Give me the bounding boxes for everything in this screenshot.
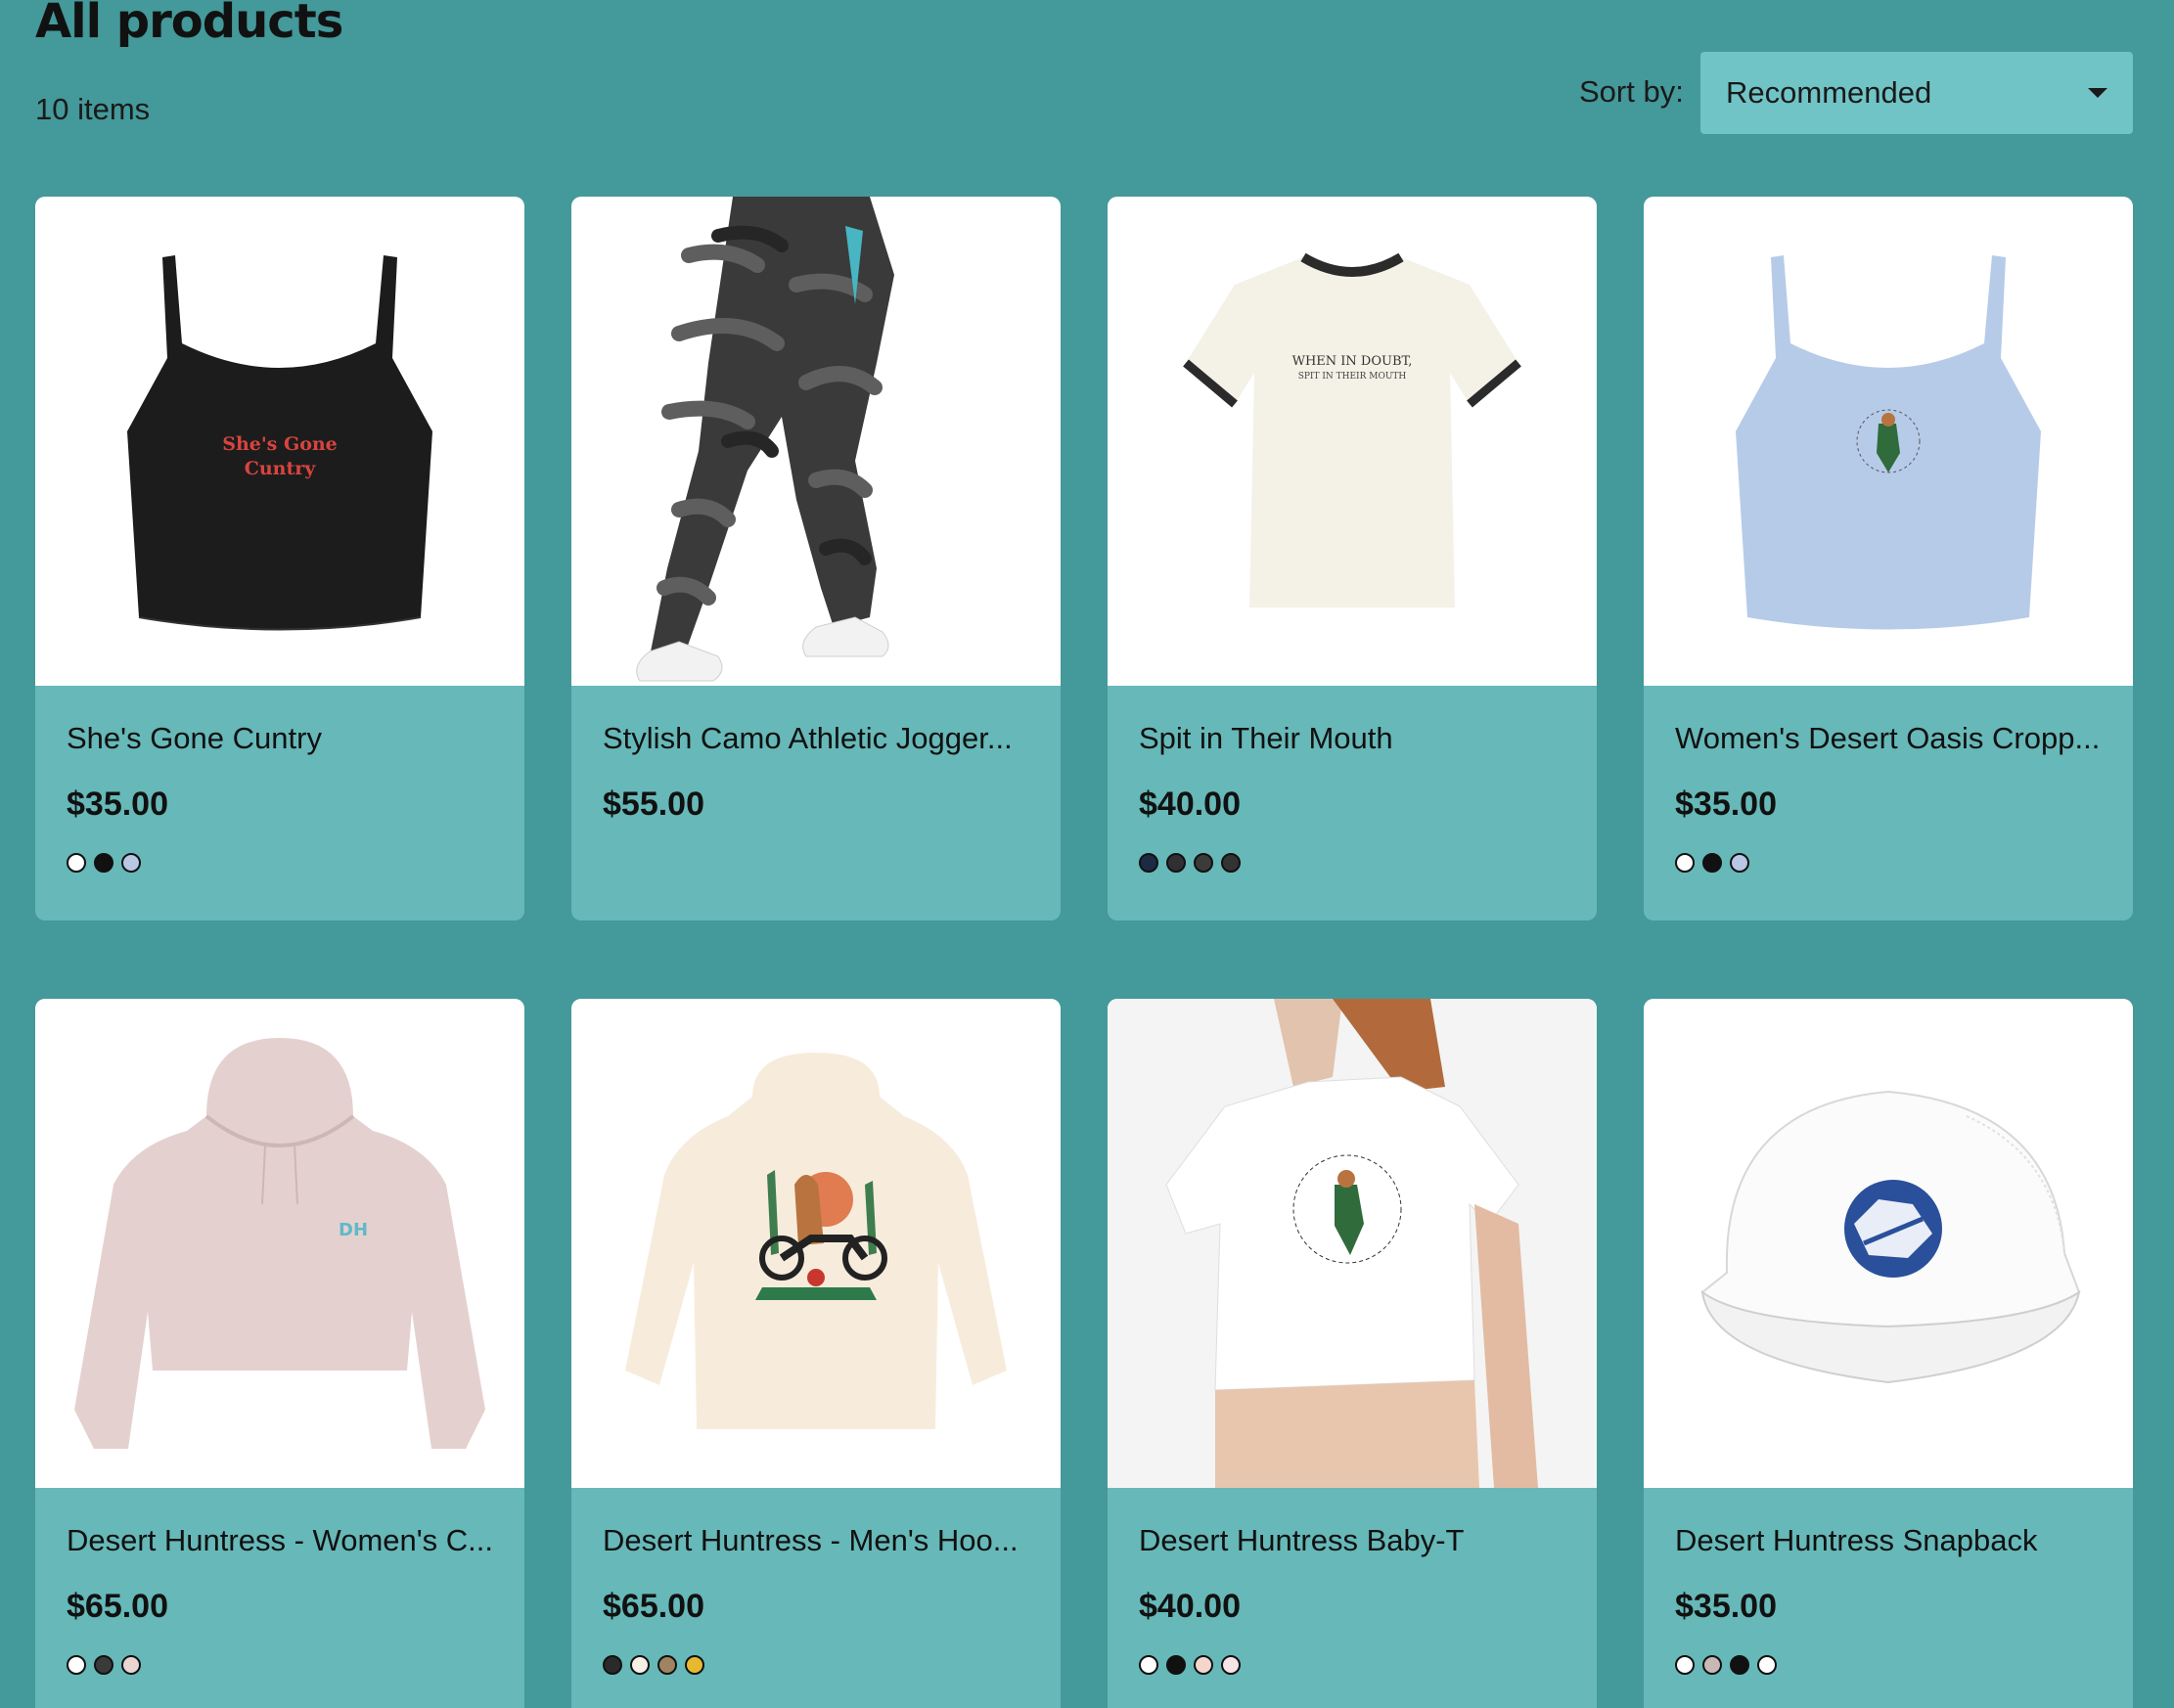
print-text-line-2: SPIT IN THEIR MOUTH xyxy=(1298,372,1407,382)
print-text-line-2: Cuntry xyxy=(245,458,317,479)
product-title[interactable]: Desert Huntress Snapback xyxy=(1675,1523,2102,1558)
product-card[interactable]: WHEN IN DOUBT, SPIT IN THEIR MOUTH Spit … xyxy=(1108,197,1597,921)
product-price: $65.00 xyxy=(67,1588,168,1625)
color-swatch[interactable] xyxy=(94,853,113,873)
product-image-black-crop-tank-top[interactable]: She's Gone Cuntry xyxy=(35,197,524,686)
print-text-line-1: WHEN IN DOUBT, xyxy=(1292,354,1413,369)
product-price: $35.00 xyxy=(1675,786,1777,823)
color-swatch[interactable] xyxy=(1702,853,1722,873)
product-title[interactable]: Desert Huntress Baby-T xyxy=(1139,1523,1565,1558)
product-image-ringer-tee-graphic: WHEN IN DOUBT, SPIT IN THEIR MOUTH xyxy=(1183,252,1521,607)
product-info: Desert Huntress Baby-T $40.00 xyxy=(1108,1488,1597,1677)
sort-dropdown[interactable]: Recommended xyxy=(1700,52,2133,134)
product-price: $40.00 xyxy=(1139,786,1241,823)
color-swatch[interactable] xyxy=(121,853,141,873)
color-swatch[interactable] xyxy=(1702,1655,1722,1675)
product-title[interactable]: Women's Desert Oasis Cropp... xyxy=(1675,721,2102,756)
chevron-down-icon xyxy=(2088,88,2107,98)
color-swatch[interactable] xyxy=(1139,853,1158,873)
product-image-camo-joggers-graphic xyxy=(636,197,894,682)
product-image-black-crop-tank-top-graphic: She's Gone Cuntry xyxy=(127,255,432,631)
product-card[interactable]: Desert Huntress - Men's Hoo... $65.00 xyxy=(571,999,1061,1708)
product-card[interactable]: Women's Desert Oasis Cropp... $35.00 xyxy=(1644,197,2133,921)
color-swatch[interactable] xyxy=(1675,853,1695,873)
product-image-blue-crop-tank-top-graphic xyxy=(1736,255,2041,630)
color-swatch[interactable] xyxy=(94,1655,113,1675)
color-swatch[interactable] xyxy=(1194,853,1213,873)
product-info: Desert Huntress Snapback $35.00 xyxy=(1644,1488,2133,1677)
color-swatches xyxy=(1139,1655,1565,1677)
color-swatch[interactable] xyxy=(1730,853,1749,873)
color-swatch[interactable] xyxy=(1221,853,1241,873)
product-grid: She's Gone Cuntry She's Gone Cuntry $35.… xyxy=(35,197,2133,1708)
color-swatch[interactable] xyxy=(67,853,86,873)
product-price: $35.00 xyxy=(67,786,168,823)
product-price: $40.00 xyxy=(1139,1588,1241,1625)
color-swatch[interactable] xyxy=(1139,1655,1158,1675)
color-swatches xyxy=(603,853,1029,875)
color-swatch[interactable] xyxy=(67,1655,86,1675)
product-info: Desert Huntress - Men's Hoo... $65.00 xyxy=(571,1488,1061,1677)
color-swatch[interactable] xyxy=(1675,1655,1695,1675)
print-text-line-1: She's Gone xyxy=(222,433,338,455)
color-swatch[interactable] xyxy=(657,1655,677,1675)
color-swatch[interactable] xyxy=(603,1655,622,1675)
product-info: Women's Desert Oasis Cropp... $35.00 xyxy=(1644,686,2133,875)
color-swatch[interactable] xyxy=(1221,1655,1241,1675)
item-count: 10 items xyxy=(35,92,151,126)
color-swatch[interactable] xyxy=(121,1655,141,1675)
color-swatches xyxy=(1139,853,1565,875)
product-card[interactable]: Desert Huntress Baby-T $40.00 xyxy=(1108,999,1597,1708)
product-info: Spit in Their Mouth $40.00 xyxy=(1108,686,1597,875)
sort-selected-value: Recommended xyxy=(1726,75,1932,110)
product-info: She's Gone Cuntry $35.00 xyxy=(35,686,524,875)
color-swatches xyxy=(1675,853,2102,875)
product-card[interactable]: Desert Huntress Snapback $35.00 xyxy=(1644,999,2133,1708)
color-swatches xyxy=(1675,1655,2102,1677)
page-title: All products xyxy=(35,0,343,49)
product-card[interactable]: DH Desert Huntress - Women's C... $65.00 xyxy=(35,999,524,1708)
product-info: Desert Huntress - Women's C... $65.00 xyxy=(35,1488,524,1677)
color-swatches xyxy=(603,1655,1029,1677)
color-swatch[interactable] xyxy=(1166,853,1186,873)
product-title[interactable]: Desert Huntress - Men's Hoo... xyxy=(603,1523,1029,1558)
product-image-white-baby-tee-graphic xyxy=(1108,999,1597,1488)
product-image-white-trucker-cap[interactable] xyxy=(1644,999,2133,1488)
color-swatch[interactable] xyxy=(1757,1655,1777,1675)
color-swatch[interactable] xyxy=(1166,1655,1186,1675)
product-image-pink-crop-hoodie-graphic: DH xyxy=(74,1038,485,1449)
color-swatches xyxy=(67,1655,493,1677)
color-swatch[interactable] xyxy=(630,1655,650,1675)
product-price: $55.00 xyxy=(603,786,704,823)
product-image-cream-hoodie-back[interactable] xyxy=(571,999,1061,1488)
product-listing-page: All products 10 items Sort by: Recommend… xyxy=(0,0,2174,1708)
product-image-white-trucker-cap-graphic xyxy=(1700,1090,2081,1384)
product-image-white-baby-tee[interactable] xyxy=(1108,999,1597,1488)
sort-label: Sort by: xyxy=(1579,74,1684,109)
color-swatch[interactable] xyxy=(1730,1655,1749,1675)
product-title[interactable]: Stylish Camo Athletic Jogger... xyxy=(603,721,1029,756)
product-title[interactable]: She's Gone Cuntry xyxy=(67,721,493,756)
product-title[interactable]: Desert Huntress - Women's C... xyxy=(67,1523,493,1558)
product-image-ringer-tee[interactable]: WHEN IN DOUBT, SPIT IN THEIR MOUTH xyxy=(1108,197,1597,686)
product-image-camo-joggers[interactable] xyxy=(571,197,1061,686)
product-price: $65.00 xyxy=(603,1588,704,1625)
product-info: Stylish Camo Athletic Jogger... $55.00 xyxy=(571,686,1061,875)
product-image-blue-crop-tank-top[interactable] xyxy=(1644,197,2133,686)
color-swatches xyxy=(67,853,493,875)
color-swatch[interactable] xyxy=(1194,1655,1213,1675)
product-image-pink-crop-hoodie[interactable]: DH xyxy=(35,999,524,1488)
product-image-cream-hoodie-back-graphic xyxy=(625,1053,1007,1429)
product-card[interactable]: Stylish Camo Athletic Jogger... $55.00 xyxy=(571,197,1061,921)
print-text: DH xyxy=(339,1220,368,1240)
product-title[interactable]: Spit in Their Mouth xyxy=(1139,721,1565,756)
product-price: $35.00 xyxy=(1675,1588,1777,1625)
product-card[interactable]: She's Gone Cuntry She's Gone Cuntry $35.… xyxy=(35,197,524,921)
color-swatch[interactable] xyxy=(685,1655,704,1675)
